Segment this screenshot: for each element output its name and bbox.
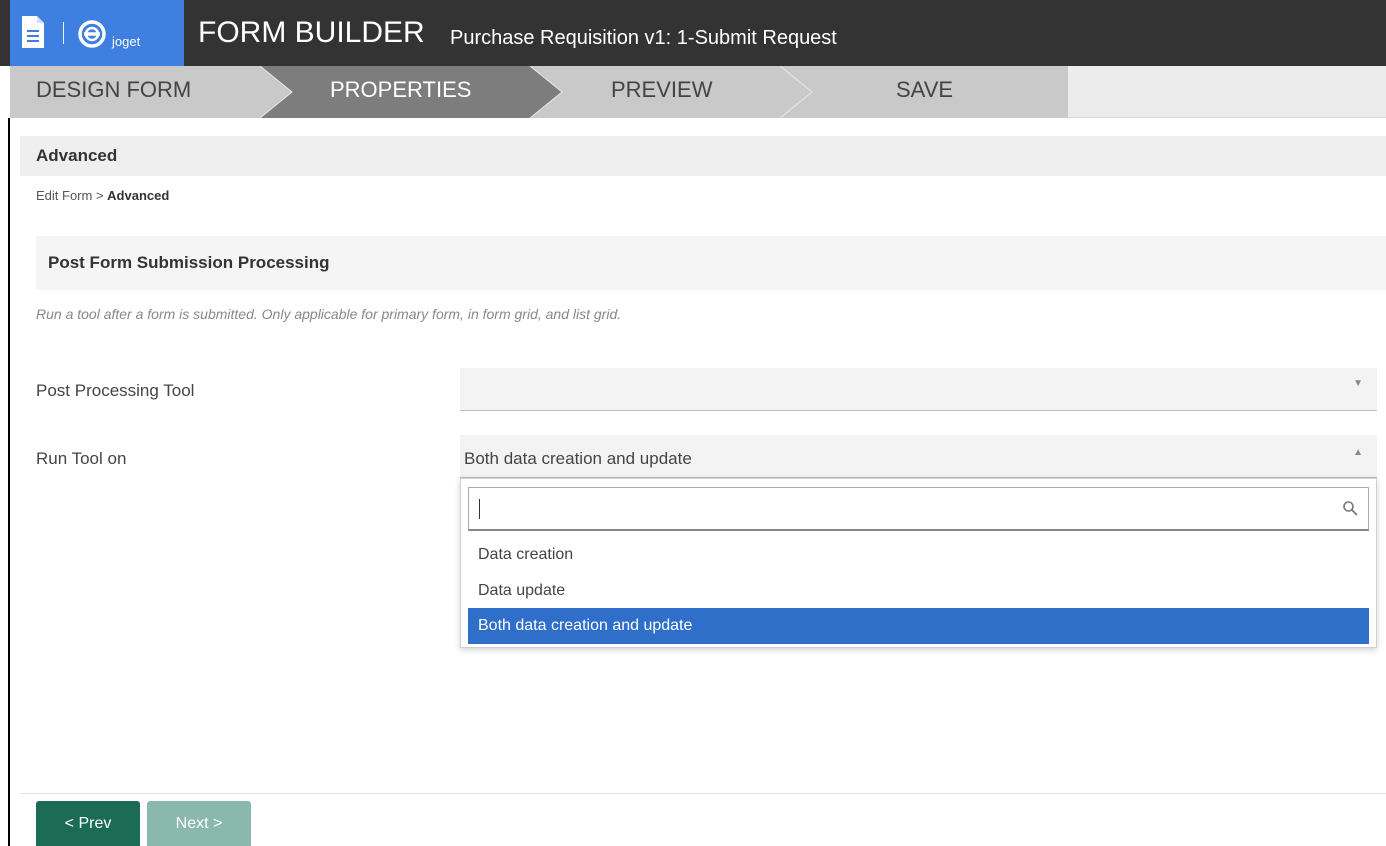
- dropdown-search-input[interactable]: [468, 487, 1369, 531]
- document-icon: [20, 14, 46, 55]
- app-title: FORM BUILDER: [198, 16, 425, 49]
- breadcrumb-current: Advanced: [107, 188, 170, 203]
- tab-save[interactable]: SAVE: [896, 77, 953, 103]
- step-navigation: DESIGN FORM PROPERTIES PREVIEW SAVE: [10, 66, 1386, 118]
- run-tool-on-label: Run Tool on: [36, 449, 127, 468]
- form-subtitle: Purchase Requisition v1: 1-Submit Reques…: [450, 27, 837, 49]
- text-caret: [479, 499, 480, 519]
- subsection-title: Post Form Submission Processing: [48, 253, 330, 272]
- tab-design-form[interactable]: DESIGN FORM: [36, 77, 191, 103]
- option-data-creation[interactable]: Data creation: [468, 537, 1369, 573]
- search-icon: [1342, 500, 1358, 521]
- logo-area: joget: [10, 0, 184, 66]
- run-tool-on-dropdown: Data creation Data update Both data crea…: [460, 478, 1377, 648]
- prev-button[interactable]: < Prev: [36, 801, 140, 846]
- logo-divider: [63, 22, 64, 44]
- run-tool-on-value: Both data creation and update: [464, 449, 692, 468]
- joget-logo-text: joget: [112, 34, 141, 49]
- post-processing-tool-label: Post Processing Tool: [36, 381, 195, 400]
- joget-logo-icon: [78, 20, 108, 55]
- breadcrumb-parent[interactable]: Edit Form >: [36, 188, 104, 203]
- option-both-data-creation-and-update[interactable]: Both data creation and update: [468, 608, 1369, 644]
- footer-divider: [20, 793, 1386, 794]
- chevron-down-icon: ▼: [1353, 378, 1363, 389]
- tab-preview[interactable]: PREVIEW: [611, 77, 712, 103]
- subsection-description: Run a tool after a form is submitted. On…: [36, 306, 622, 322]
- tab-properties[interactable]: PROPERTIES: [330, 77, 471, 103]
- run-tool-on-select[interactable]: Both data creation and update ▲: [460, 435, 1377, 478]
- breadcrumb: Edit Form > Advanced: [36, 188, 169, 203]
- section-header: Advanced: [20, 136, 1386, 176]
- page-title: Advanced: [36, 146, 118, 165]
- top-bar: joget FORM BUILDER Purchase Requisition …: [0, 0, 1386, 66]
- next-button[interactable]: Next >: [147, 801, 251, 846]
- left-border: [8, 118, 10, 846]
- subsection-header: Post Form Submission Processing: [36, 236, 1386, 290]
- chevron-up-icon: ▲: [1353, 447, 1363, 458]
- option-data-update[interactable]: Data update: [468, 573, 1369, 609]
- post-processing-tool-select[interactable]: ▼: [460, 368, 1377, 411]
